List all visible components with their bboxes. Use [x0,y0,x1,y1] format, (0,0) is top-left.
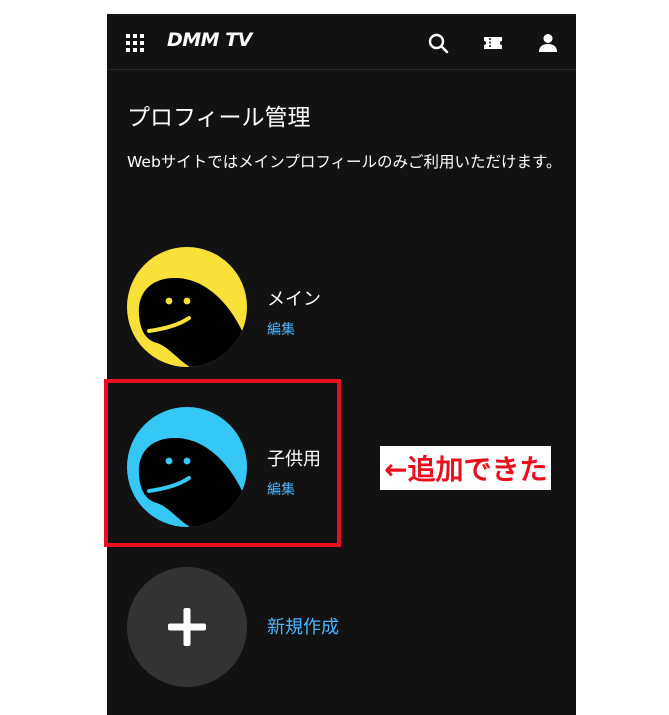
new-profile-button[interactable] [127,567,247,687]
annotation-text: ←追加できた [380,446,552,490]
avatar-face-icon [127,247,247,367]
page-description: Webサイトではメインプロフィールのみご利用いただけます。 [127,153,562,171]
new-profile-item: 新規作成 [127,567,547,689]
page-title: プロフィール管理 [127,105,311,131]
new-profile-label[interactable]: 新規作成 [267,613,339,639]
annotation-highlight-box [104,379,341,547]
top-navigation-bar: DMM TV [107,14,576,70]
grid-menu-icon[interactable] [125,33,145,53]
profile-name-main: メイン [267,289,321,310]
dmm-tv-logo[interactable]: DMM TV [167,29,252,51]
plus-icon [168,608,206,646]
app-screen: DMM TV プロフィール管理 Webサイトではメインプロフィールのみご利用いた… [107,14,576,715]
profile-item-main: メイン 編集 [127,247,547,369]
ticket-icon[interactable] [482,32,504,54]
profile-edit-link-main[interactable]: 編集 [267,319,295,339]
user-icon[interactable] [537,32,559,54]
profile-avatar-main[interactable] [127,247,247,367]
search-icon[interactable] [427,32,449,54]
